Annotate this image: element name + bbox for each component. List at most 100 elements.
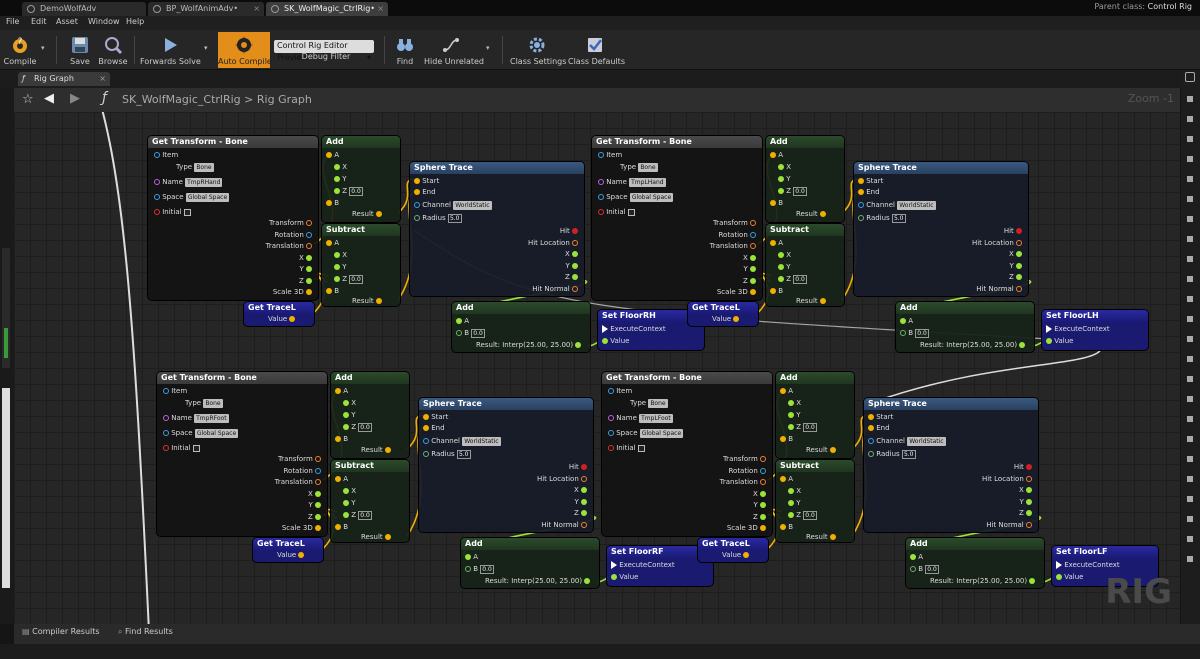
exec-pin-icon[interactable]: [602, 325, 608, 333]
exec-pin-icon[interactable]: [1046, 325, 1052, 333]
get-tracel-node[interactable]: Get TraceL Value: [253, 538, 323, 562]
pin-dot[interactable]: [315, 502, 321, 508]
compile-dropdown-icon[interactable]: ▾: [41, 44, 45, 52]
pin-dot[interactable]: [760, 513, 766, 520]
tab-rig-graph[interactable]: ƒ Rig Graph ×: [18, 72, 110, 86]
number-field[interactable]: 0.0: [349, 274, 363, 284]
menu-edit[interactable]: Edit: [31, 17, 47, 26]
bone-name-dropdown[interactable]: TmpRFoot: [194, 413, 229, 423]
pin-dot[interactable]: [598, 209, 604, 215]
pin-dot[interactable]: [743, 552, 750, 558]
get-transform-bone-node[interactable]: Get Transform - Bone Item Type Bone Name…: [157, 372, 327, 536]
save-button[interactable]: Save: [62, 32, 98, 68]
exec-pin-icon[interactable]: [611, 561, 617, 569]
get-tracel-node[interactable]: Get TraceL Value: [688, 302, 758, 326]
pin-dot[interactable]: [750, 277, 756, 284]
bone-name-dropdown[interactable]: TmpRHand: [185, 177, 223, 187]
pin-dot[interactable]: [343, 512, 349, 518]
pin-dot[interactable]: [581, 487, 587, 493]
pin-dot[interactable]: [572, 251, 578, 257]
pin-dot[interactable]: [163, 388, 169, 394]
menu-file[interactable]: File: [6, 17, 19, 26]
number-field[interactable]: 0.0: [793, 186, 807, 196]
pin-dot[interactable]: [335, 388, 341, 394]
pin-dot[interactable]: [384, 534, 391, 540]
auto-compile-toggle[interactable]: Auto Compile: [218, 32, 272, 68]
channel-dropdown[interactable]: WorldStatic: [453, 200, 492, 210]
pin-dot[interactable]: [334, 188, 340, 194]
sphere-trace-node[interactable]: Sphere Trace Start End Channel WorldStat…: [419, 398, 593, 532]
class-defaults-button[interactable]: Class Defaults: [568, 32, 625, 68]
pin-dot[interactable]: [750, 289, 756, 295]
pin-dot[interactable]: [1019, 342, 1026, 348]
pin-dot[interactable]: [598, 152, 604, 158]
add-vector-node[interactable]: Add A X Y Z 0.0 B Result: [331, 372, 409, 458]
pin-dot[interactable]: [598, 194, 604, 200]
pin-dot[interactable]: [780, 476, 786, 482]
browse-button[interactable]: Browse: [97, 32, 129, 68]
type-dropdown[interactable]: Bone: [194, 162, 214, 172]
pin-dot[interactable]: [572, 285, 578, 292]
pin-dot[interactable]: [760, 479, 766, 485]
pin-dot[interactable]: [306, 277, 312, 284]
pin-dot[interactable]: [1016, 251, 1022, 257]
pin-dot[interactable]: [868, 414, 874, 420]
pin-dot[interactable]: [384, 447, 391, 453]
pin-dot[interactable]: [581, 464, 587, 470]
pin-dot[interactable]: [154, 209, 160, 215]
pin-dot[interactable]: [423, 414, 429, 420]
add-vector-node[interactable]: Add A X Y Z 0.0 B Result: [766, 136, 844, 222]
class-settings-button[interactable]: Class Settings: [510, 32, 566, 68]
radius-field[interactable]: 5.0: [447, 213, 462, 223]
set-floor-node[interactable]: Set FloorLH ExecuteContext Value: [1042, 310, 1148, 350]
pin-dot[interactable]: [858, 215, 864, 221]
subtract-vector-node[interactable]: Subtract A X Y Z 0.0 B Result: [766, 224, 844, 306]
pin-dot[interactable]: [868, 425, 874, 431]
pin-dot[interactable]: [760, 525, 766, 531]
pin-dot[interactable]: [778, 176, 784, 182]
hide-unrelated-button[interactable]: Hide Unrelated: [424, 32, 484, 68]
pin-dot[interactable]: [581, 475, 587, 482]
sphere-trace-node[interactable]: Sphere Trace Start End Channel WorldStat…: [854, 162, 1028, 296]
get-tracel-node[interactable]: Get TraceL Value: [244, 302, 314, 326]
pin-dot[interactable]: [423, 425, 429, 431]
pin-dot[interactable]: [780, 524, 786, 530]
pin-dot[interactable]: [572, 262, 578, 269]
pin-dot[interactable]: [414, 202, 420, 208]
pin-dot[interactable]: [780, 388, 786, 394]
pin-dot[interactable]: [306, 266, 312, 272]
pin-dot[interactable]: [778, 276, 784, 282]
pin-dot[interactable]: [858, 202, 864, 208]
pin-dot[interactable]: [335, 436, 341, 442]
pin-dot[interactable]: [910, 554, 916, 560]
radius-field[interactable]: 5.0: [901, 449, 916, 459]
pin-dot[interactable]: [343, 400, 349, 406]
pin-dot[interactable]: [788, 412, 794, 418]
pin-dot[interactable]: [760, 467, 766, 474]
add-float-node[interactable]: Add A B 0.0 Result: Interp(25.00, 25.00): [896, 302, 1034, 352]
graph-canvas[interactable]: Get Transform - Bone Item Type Bone Name…: [14, 112, 1180, 624]
pin-dot[interactable]: [326, 152, 332, 158]
pin-dot[interactable]: [788, 424, 794, 430]
space-dropdown[interactable]: Global Space: [185, 192, 230, 202]
channel-dropdown[interactable]: WorldStatic: [907, 436, 946, 446]
pin-dot[interactable]: [343, 488, 349, 494]
pin-dot[interactable]: [780, 436, 786, 442]
type-dropdown[interactable]: Bone: [648, 398, 668, 408]
pin-dot[interactable]: [900, 318, 906, 324]
number-field[interactable]: 0.0: [915, 328, 929, 338]
pin-dot[interactable]: [465, 554, 471, 560]
pin-dot[interactable]: [868, 451, 874, 457]
space-dropdown[interactable]: Global Space: [639, 428, 684, 438]
pin-dot[interactable]: [375, 211, 382, 217]
number-field[interactable]: 0.0: [793, 274, 807, 284]
pin-dot[interactable]: [306, 243, 312, 249]
pin-dot[interactable]: [289, 316, 296, 322]
pin-dot[interactable]: [760, 456, 766, 462]
hide-unrelated-dropdown-icon[interactable]: ▾: [486, 44, 490, 52]
initial-checkbox[interactable]: [192, 444, 200, 452]
pin-dot[interactable]: [575, 342, 582, 348]
pin-dot[interactable]: [572, 274, 578, 280]
number-field[interactable]: 0.0: [803, 422, 817, 432]
sphere-trace-node[interactable]: Sphere Trace Start End Channel WorldStat…: [864, 398, 1038, 532]
